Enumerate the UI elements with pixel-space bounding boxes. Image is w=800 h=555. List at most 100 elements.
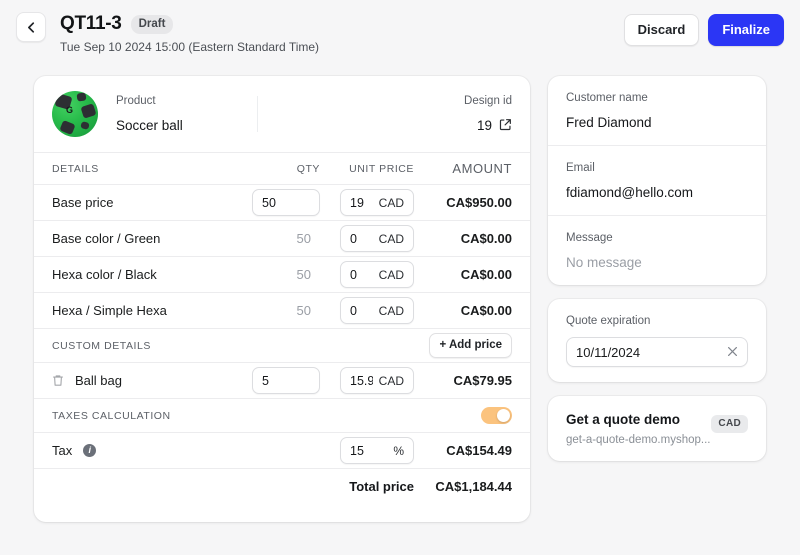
- quote-main-column: G Product Soccer ball Design id 19: [34, 76, 530, 522]
- line-item-amount: CA$950.00: [414, 195, 512, 210]
- line-item-name: Base price: [52, 195, 228, 210]
- qty-value: 50: [297, 267, 320, 282]
- line-item-price-cell: 0 CAD: [330, 225, 414, 252]
- column-header-unit-price: UNIT PRICE: [330, 163, 414, 175]
- unit-price-input[interactable]: 0 CAD: [340, 225, 414, 252]
- table-header: DETAILS QTY UNIT PRICE AMOUNT: [34, 152, 530, 184]
- quote-expiration-input[interactable]: 10/11/2024: [566, 337, 748, 367]
- tax-label-cell: Tax i: [52, 443, 228, 458]
- line-item-qty-cell: 50: [228, 231, 320, 246]
- custom-price-cell: 15.99 CAD: [330, 367, 414, 394]
- total-price-label: Total price: [316, 479, 414, 494]
- line-item-price-cell: 0 CAD: [330, 297, 414, 324]
- currency-label: CAD: [379, 196, 404, 210]
- quote-sidebar: Customer name Fred Diamond Email fdiamon…: [548, 76, 766, 461]
- line-item-amount: CA$0.00: [414, 231, 512, 246]
- back-button[interactable]: [16, 12, 46, 42]
- quote-expiration-label: Quote expiration: [566, 315, 748, 327]
- line-item-price-cell: 19 CAD: [330, 189, 414, 216]
- currency-label: CAD: [379, 374, 404, 388]
- qty-input[interactable]: 50: [252, 189, 320, 216]
- currency-label: CAD: [379, 232, 404, 246]
- design-id-value: 19: [477, 118, 492, 133]
- customer-message-value: No message: [566, 255, 748, 270]
- column-header-details: DETAILS: [52, 163, 228, 175]
- quote-expiration-card: Quote expiration 10/11/2024: [548, 299, 766, 382]
- table-row: Base color / Green 50 0 CAD CA$0.00: [34, 220, 530, 256]
- quote-card: G Product Soccer ball Design id 19: [34, 76, 530, 522]
- customer-name-section: Customer name Fred Diamond: [548, 76, 766, 145]
- product-name: Soccer ball: [116, 118, 183, 133]
- qty-input[interactable]: 5: [252, 367, 320, 394]
- line-item-qty-cell: 50: [228, 189, 320, 216]
- discard-button[interactable]: Discard: [624, 14, 700, 46]
- page-body: G Product Soccer ball Design id 19: [0, 62, 800, 522]
- line-item-qty-cell: 50: [228, 267, 320, 282]
- store-text-block: Get a quote demo get-a-quote-demo.myshop…: [566, 412, 710, 446]
- tax-rate-value: 15: [350, 444, 364, 458]
- column-header-amount: AMOUNT: [414, 161, 512, 176]
- table-row: Hexa / Simple Hexa 50 0 CAD CA$0.00: [34, 292, 530, 328]
- percent-label: %: [393, 444, 404, 458]
- title-row: QT11-3 Draft: [60, 13, 319, 35]
- store-url: get-a-quote-demo.myshop...: [566, 434, 710, 446]
- product-info: Product Soccer ball: [116, 95, 183, 133]
- header-actions: Discard Finalize: [624, 12, 784, 46]
- thumbnail-logo: G: [66, 106, 76, 115]
- line-item-qty-cell: 50: [228, 303, 320, 318]
- customer-name-label: Customer name: [566, 92, 748, 104]
- customer-card: Customer name Fred Diamond Email fdiamon…: [548, 76, 766, 285]
- info-icon[interactable]: i: [83, 444, 96, 457]
- external-link-icon[interactable]: [499, 118, 512, 134]
- line-item-amount: CA$0.00: [414, 267, 512, 282]
- toggle-knob: [497, 409, 510, 422]
- design-id-block: Design id 19: [464, 95, 512, 134]
- unit-price-value: 0: [350, 304, 357, 318]
- tax-amount: CA$154.49: [414, 443, 512, 458]
- product-label: Product: [116, 95, 183, 107]
- unit-price-input[interactable]: 19 CAD: [340, 189, 414, 216]
- chevron-left-icon: [26, 22, 37, 33]
- quote-expiration-section: Quote expiration 10/11/2024: [548, 299, 766, 382]
- line-item-amount: CA$0.00: [414, 303, 512, 318]
- unit-price-value: 19: [350, 196, 364, 210]
- table-row: Hexa color / Black 50 0 CAD CA$0.00: [34, 256, 530, 292]
- qty-value: 5: [262, 374, 269, 388]
- title-block: QT11-3 Draft Tue Sep 10 2024 15:00 (East…: [60, 12, 319, 54]
- store-title: Get a quote demo: [566, 412, 710, 427]
- line-item-name: Hexa / Simple Hexa: [52, 303, 228, 318]
- page-subtitle: Tue Sep 10 2024 15:00 (Eastern Standard …: [60, 40, 319, 54]
- currency-label: CAD: [379, 304, 404, 318]
- card-footer-spacer: [34, 504, 530, 522]
- add-price-button[interactable]: + Add price: [429, 333, 512, 358]
- tax-rate-cell: 15 %: [330, 437, 414, 464]
- tax-row: Tax i 15 % CA$154.49: [34, 432, 530, 468]
- store-section: Get a quote demo get-a-quote-demo.myshop…: [548, 396, 766, 461]
- quote-expiration-value: 10/11/2024: [576, 345, 640, 360]
- customer-message-section: Message No message: [548, 215, 766, 285]
- line-item-price-cell: 0 CAD: [330, 261, 414, 288]
- taxes-toggle[interactable]: [481, 407, 512, 424]
- trash-icon[interactable]: [52, 374, 64, 387]
- close-icon[interactable]: [727, 345, 738, 360]
- line-item-name: Base color / Green: [52, 231, 228, 246]
- status-badge: Draft: [131, 15, 174, 34]
- currency-label: CAD: [379, 268, 404, 282]
- unit-price-input[interactable]: 15.99 CAD: [340, 367, 414, 394]
- customer-message-label: Message: [566, 232, 748, 244]
- total-price-value: CA$1,184.44: [414, 479, 512, 494]
- customer-email-section: Email fdiamond@hello.com: [548, 145, 766, 215]
- custom-details-label: CUSTOM DETAILS: [52, 340, 151, 352]
- unit-price-input[interactable]: 0 CAD: [340, 297, 414, 324]
- tax-rate-input[interactable]: 15 %: [340, 437, 414, 464]
- finalize-button[interactable]: Finalize: [708, 14, 784, 46]
- custom-line-item-amount: CA$79.95: [414, 373, 512, 388]
- design-id-value-row: 19: [464, 118, 512, 134]
- unit-price-input[interactable]: 0 CAD: [340, 261, 414, 288]
- product-thumbnail: G: [52, 91, 98, 137]
- taxes-calculation-header: TAXES CALCULATION: [34, 398, 530, 432]
- store-row: Get a quote demo get-a-quote-demo.myshop…: [566, 412, 748, 446]
- custom-line-item: Ball bag: [52, 373, 228, 388]
- customer-email-label: Email: [566, 162, 748, 174]
- unit-price-value: 15.99: [350, 374, 373, 388]
